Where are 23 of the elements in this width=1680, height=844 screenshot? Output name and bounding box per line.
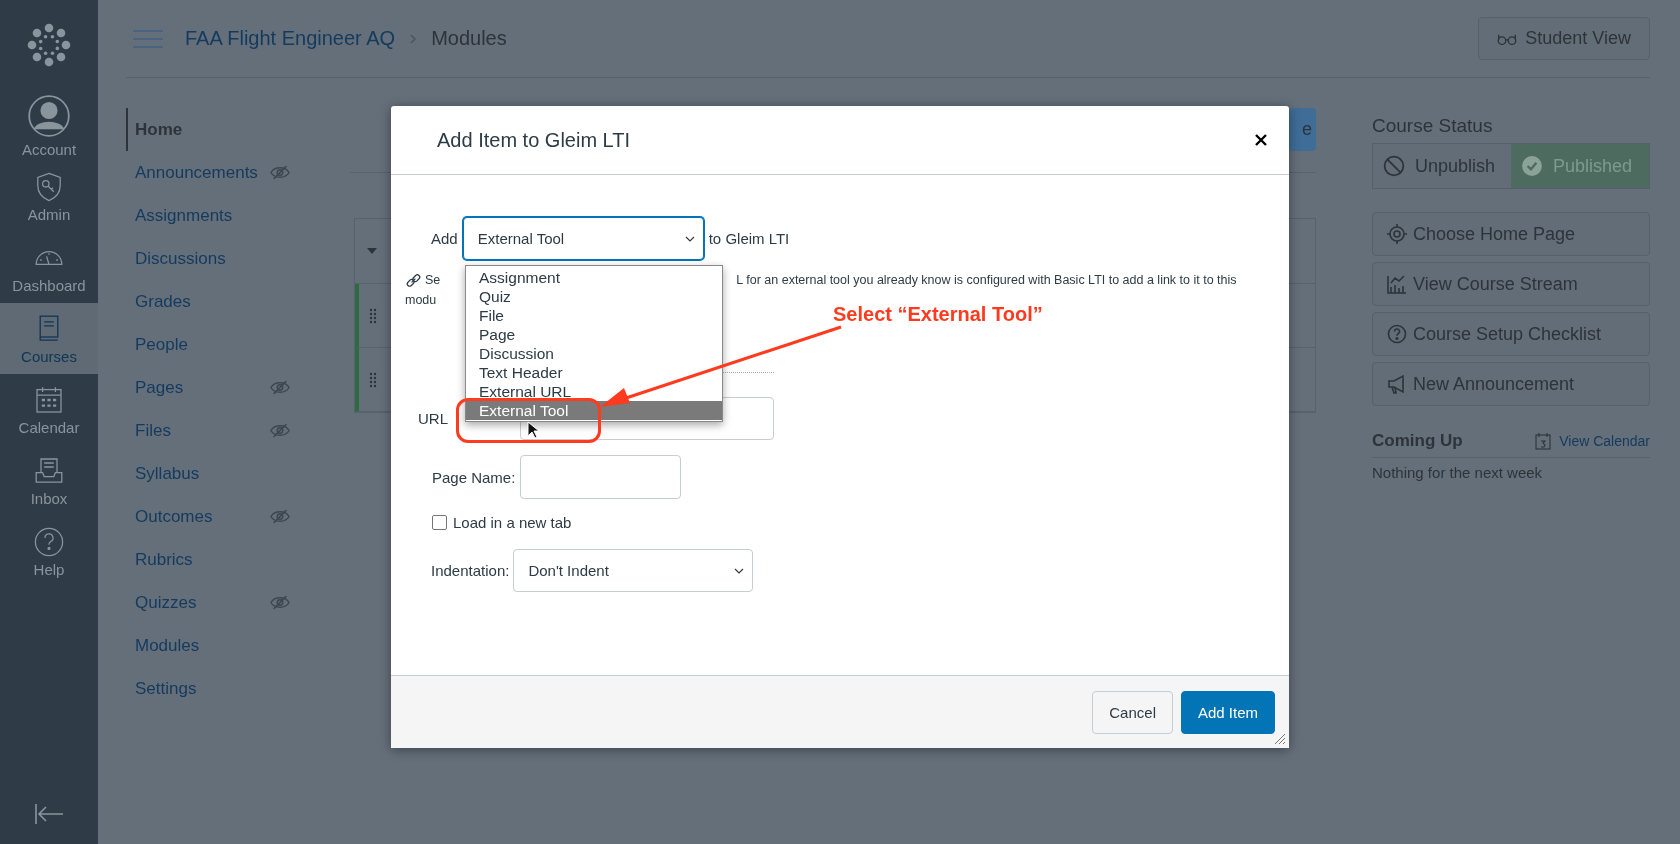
- section-title: Coming Up: [1372, 431, 1464, 451]
- dialog-title: Add Item to Gleim LTI: [437, 128, 632, 152]
- help-text: Se: [425, 272, 441, 289]
- breadcrumb-current: Modules: [431, 27, 507, 50]
- field-label: Add: [431, 230, 458, 247]
- field-label: to Gleim LTI: [708, 230, 790, 247]
- nav-label: Account: [21, 140, 77, 158]
- empty-message: Nothing for the next week: [1372, 464, 1544, 481]
- field-label: Page Name:: [432, 468, 517, 486]
- annotation-text: Select “External Tool”: [833, 303, 1043, 326]
- field-label: Indentation:: [431, 562, 510, 579]
- help-text: L for an external tool you already know is configured with Basic LTI to add a link to it to this: [736, 272, 1237, 289]
- nav-label: Admin: [27, 205, 71, 223]
- nav-label: Dashboard: [12, 276, 86, 294]
- help-text: modu: [405, 292, 437, 309]
- nav-label: Courses: [21, 347, 77, 365]
- checkbox-label: Load in a new tab: [453, 513, 572, 531]
- nav-label: Inbox: [30, 489, 68, 507]
- select-value: Don't Indent: [528, 562, 609, 579]
- nav-label: Calendar: [18, 418, 80, 436]
- select-value: External Tool: [477, 230, 565, 247]
- nav-label: Help: [33, 560, 65, 578]
- section-title: Course Status: [1372, 115, 1494, 137]
